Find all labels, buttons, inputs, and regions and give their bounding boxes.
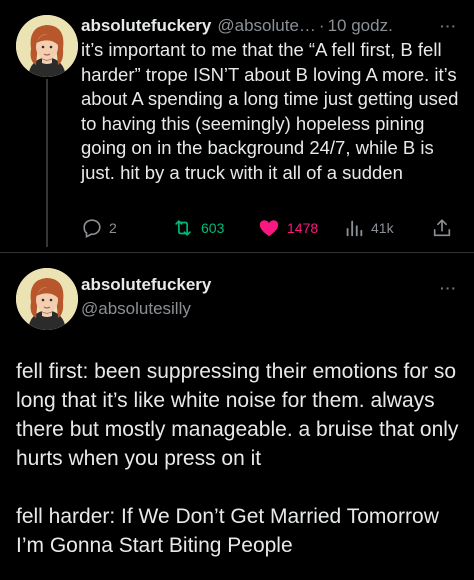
display-name[interactable]: absolutefuckery <box>81 16 211 36</box>
more-icon[interactable]: ··· <box>440 280 457 296</box>
views-icon <box>346 220 363 237</box>
share-button[interactable] <box>431 214 453 242</box>
tweet-actions: 2 603 1478 41k <box>81 214 456 242</box>
views-count: 41k <box>371 220 394 236</box>
avatar[interactable] <box>16 268 78 330</box>
tweet-paragraph: fell first: been suppressing their emoti… <box>16 360 459 470</box>
share-icon <box>433 219 451 237</box>
repost-button[interactable]: 603 <box>171 214 224 242</box>
views-button[interactable]: 41k <box>343 214 394 242</box>
handle[interactable]: @absolutesilly <box>81 299 191 319</box>
tweet-header: absolutefuckery @absolute… · 10 godz. <box>81 13 393 39</box>
like-count: 1478 <box>287 220 319 236</box>
separator: · <box>318 16 325 35</box>
repost-count: 603 <box>201 220 225 236</box>
timestamp[interactable]: 10 godz. <box>328 16 393 36</box>
tweet-text: fell first: been suppressing their emoti… <box>16 357 466 560</box>
more-icon[interactable]: ··· <box>440 18 457 34</box>
avatar[interactable] <box>16 15 78 77</box>
tweet-paragraph: fell harder: If We Don’t Get Married Tom… <box>16 505 439 557</box>
divider <box>0 252 474 253</box>
tweet-text: it’s important to me that the “A fell fi… <box>81 39 459 183</box>
thread-line <box>46 79 48 247</box>
display-name[interactable]: absolutefuckery <box>81 275 211 295</box>
reply-icon <box>83 219 101 239</box>
handle[interactable]: @absolute… <box>217 16 316 36</box>
reply-button[interactable]: 2 <box>81 214 117 242</box>
reply-count: 2 <box>109 220 117 236</box>
like-button[interactable]: 1478 <box>257 214 318 242</box>
repost-icon <box>175 220 191 236</box>
like-icon <box>259 220 279 237</box>
avatar-illustration <box>16 15 78 77</box>
avatar-illustration <box>16 268 78 330</box>
